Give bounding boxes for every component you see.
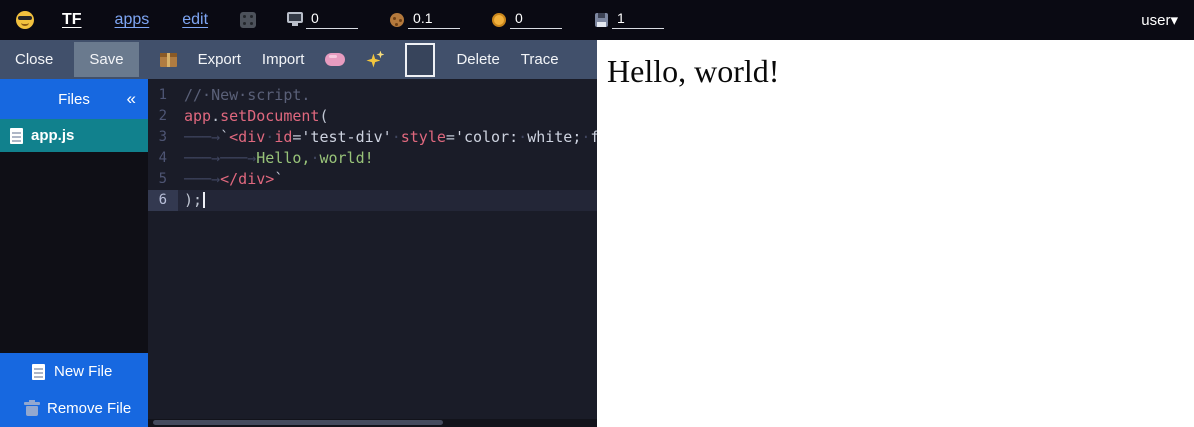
code-token: id — [274, 128, 292, 146]
code-token: . — [211, 107, 220, 125]
new-file-label: New File — [54, 363, 112, 380]
delete-button[interactable]: Delete — [456, 51, 499, 68]
code-token: · — [518, 128, 527, 146]
code-line: 3 ───→`<div·id='test-div'·style='color:·… — [148, 127, 597, 148]
output-panel: Hello, world! — [597, 40, 1194, 427]
export-button[interactable]: Export — [198, 51, 241, 68]
soap-button[interactable] — [325, 53, 345, 66]
cookie-stat-value: 0.1 — [408, 11, 460, 29]
document-icon — [10, 128, 23, 144]
trash-icon — [26, 406, 38, 416]
coin-icon — [490, 11, 510, 29]
code-token: white; — [527, 128, 581, 146]
code-line-active: 6 ); — [148, 190, 597, 211]
code-editor[interactable]: 1 //·New·script. 2 app.setDocument( 3 ──… — [148, 79, 597, 427]
line-number: 5 — [148, 169, 178, 190]
code-token: ───→ — [184, 128, 220, 146]
files-header-label: Files — [58, 91, 90, 108]
code-token: ` — [220, 128, 229, 146]
collapse-sidebar-button[interactable]: « — [127, 89, 136, 109]
cookie-stat[interactable]: 0.1 — [388, 11, 460, 29]
output-heading: Hello, world! — [607, 53, 1184, 90]
code-token: world! — [319, 149, 373, 167]
cookie-icon — [388, 11, 408, 29]
code-token: //·New·script. — [184, 86, 310, 104]
file-name: app.js — [31, 127, 74, 144]
remove-file-label: Remove File — [47, 400, 131, 417]
code-line: 5 ───→</div>` — [148, 169, 597, 190]
files-sidebar: Files « app.js New File Remove File — [0, 79, 148, 427]
editor-toolbar: Close Save Export Import Delete Trace — [0, 40, 597, 79]
code-token: ); — [184, 191, 202, 209]
code-line: 4 ───→───→Hello,·world! — [148, 148, 597, 169]
sparkles-button[interactable] — [366, 51, 384, 69]
file-list-area — [0, 152, 148, 353]
coin-stat-value: 0 — [510, 11, 562, 29]
soap-icon — [325, 53, 345, 66]
coin-stat[interactable]: 0 — [490, 11, 562, 29]
code-area: 1 //·New·script. 2 app.setDocument( 3 ──… — [148, 79, 597, 211]
new-file-icon — [32, 364, 45, 380]
code-token: 'color: — [455, 128, 518, 146]
code-token: ───→───→ — [184, 149, 256, 167]
file-item-appjs[interactable]: app.js — [0, 119, 148, 152]
nav-apps-link[interactable]: apps — [115, 11, 150, 29]
code-token: ───→ — [184, 170, 220, 188]
code-token: f — [590, 128, 597, 146]
smiley-sunglasses-icon[interactable] — [16, 11, 34, 29]
text-cursor — [203, 192, 205, 208]
line-number: 6 — [148, 190, 178, 211]
code-token: · — [392, 128, 401, 146]
topbar: TF apps edit 0 0.1 0 1 user▾ — [0, 0, 1194, 40]
remove-file-button[interactable]: Remove File — [0, 390, 148, 427]
package-button[interactable] — [160, 53, 177, 67]
code-token: = — [446, 128, 455, 146]
line-number: 1 — [148, 85, 178, 106]
floppy-stat[interactable]: 1 — [592, 11, 664, 29]
floppy-icon — [592, 11, 612, 29]
trace-button[interactable]: Trace — [521, 51, 559, 68]
code-token: app — [184, 107, 211, 125]
code-line: 2 app.setDocument( — [148, 106, 597, 127]
code-token: style — [401, 128, 446, 146]
code-token: </div> — [220, 170, 274, 188]
code-token: · — [265, 128, 274, 146]
files-header: Files « — [0, 79, 148, 119]
line-number: 4 — [148, 148, 178, 169]
code-token: ( — [319, 107, 328, 125]
sparkles-icon — [366, 51, 384, 69]
horizontal-scrollbar[interactable] — [148, 419, 597, 427]
line-number: 2 — [148, 106, 178, 127]
nav-edit-link[interactable]: edit — [182, 11, 208, 29]
code-token: 'test-div' — [301, 128, 391, 146]
save-button[interactable]: Save — [74, 42, 138, 77]
control-panel-button[interactable] — [240, 12, 256, 28]
user-menu[interactable]: user▾ — [1141, 11, 1178, 29]
code-token: ` — [274, 170, 283, 188]
line-number: 3 — [148, 127, 178, 148]
code-line: 1 //·New·script. — [148, 85, 597, 106]
app-root: TF apps edit 0 0.1 0 1 user▾ Close Save — [0, 0, 1194, 427]
code-token: setDocument — [220, 107, 319, 125]
monitor-icon — [286, 11, 306, 29]
monitor-stat-value: 0 — [306, 11, 358, 29]
blank-glyph-button[interactable] — [405, 43, 435, 77]
package-icon — [160, 53, 177, 67]
import-button[interactable]: Import — [262, 51, 305, 68]
scrollbar-thumb[interactable] — [153, 420, 443, 425]
new-file-button[interactable]: New File — [0, 353, 148, 390]
code-token: Hello, — [256, 149, 310, 167]
floppy-stat-value: 1 — [612, 11, 664, 29]
code-token: <div — [229, 128, 265, 146]
control-knobs-icon — [240, 12, 256, 28]
brand-link[interactable]: TF — [62, 11, 82, 29]
close-button[interactable]: Close — [15, 51, 53, 68]
monitor-stat[interactable]: 0 — [286, 11, 358, 29]
